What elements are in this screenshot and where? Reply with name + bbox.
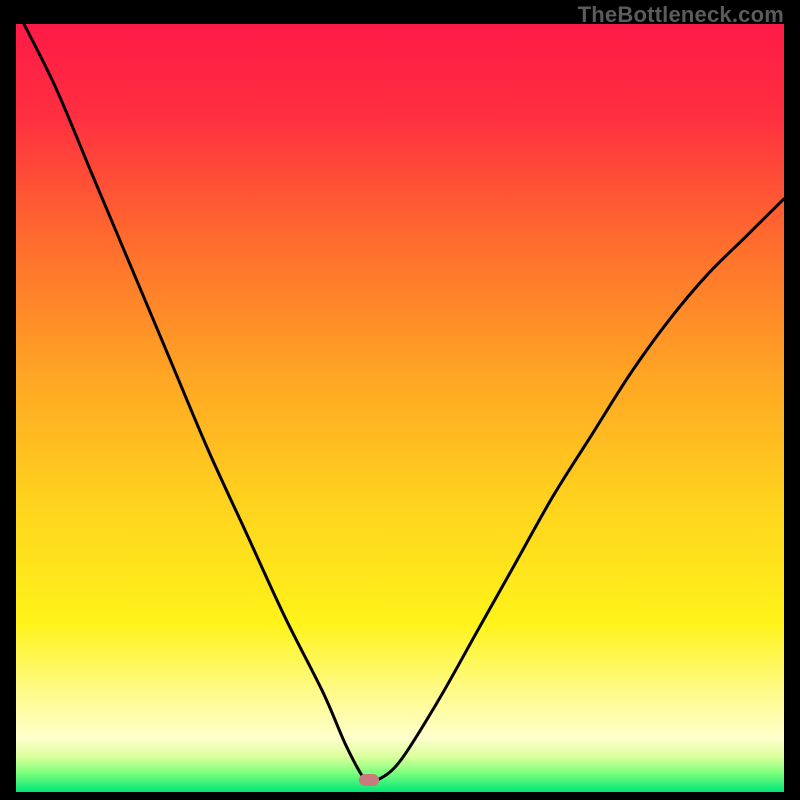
curve-layer <box>16 24 784 784</box>
bottleneck-curve <box>16 24 784 784</box>
optimum-marker <box>359 774 379 786</box>
watermark-text: TheBottleneck.com <box>578 2 784 28</box>
plot-area <box>16 24 784 784</box>
chart-frame <box>16 24 784 784</box>
